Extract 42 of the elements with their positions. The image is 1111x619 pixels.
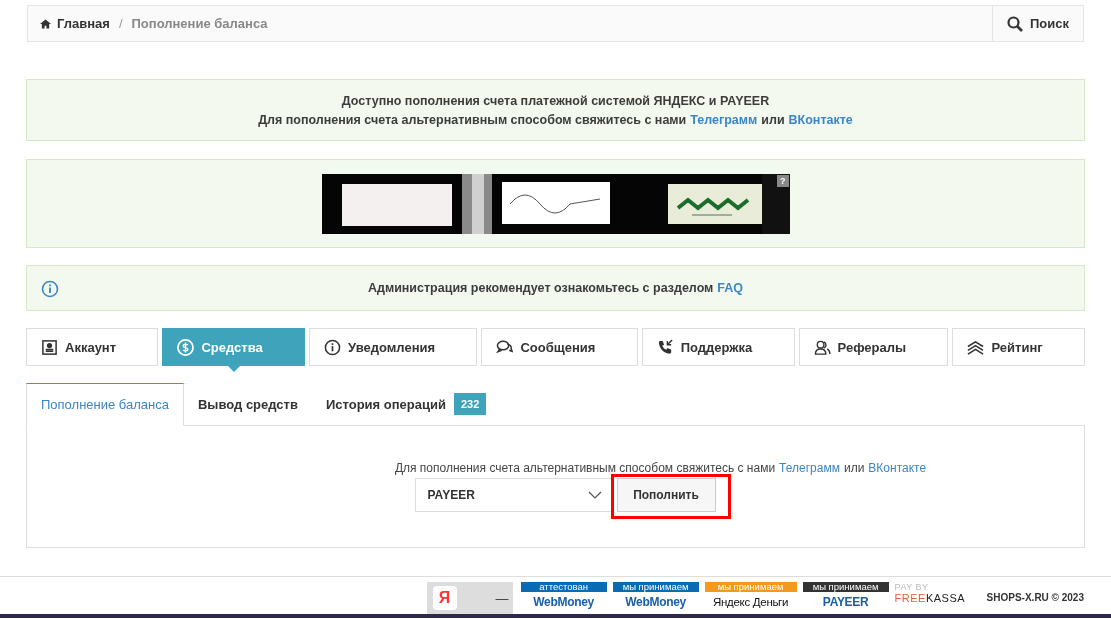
section-tab[interactable]: Уведомления: [309, 328, 478, 366]
search-icon: [1007, 15, 1023, 32]
dash-text: —: [495, 590, 509, 606]
top-up-button[interactable]: Пополнить: [616, 478, 716, 512]
telegram-link[interactable]: Телеграмм: [690, 112, 758, 127]
section-tab[interactable]: Сообщения: [481, 328, 638, 366]
stacked-chevrons-icon: [967, 338, 985, 356]
section-tab[interactable]: Рейтинг: [952, 328, 1085, 366]
telegram-link[interactable]: Телеграмм: [779, 461, 840, 475]
chevron-down-icon: [587, 491, 602, 499]
notice-text: Доступно пополнения счета платежной системой ЯНДЕКС и PAYEER: [341, 93, 770, 108]
count-badge: 232: [453, 393, 487, 415]
notice-text: Для пополнения счета альтернативным способом свяжитесь с нами: [258, 112, 687, 127]
chat-bubbles-icon: [496, 338, 514, 356]
id-card-icon: [41, 338, 58, 356]
panel-text: Для пополнения счета альтернативным способом свяжитесь с нами: [394, 461, 776, 475]
help-tag[interactable]: ?: [777, 174, 789, 187]
vk-link[interactable]: ВКонтакте: [868, 461, 927, 475]
section-tab[interactable]: Поддержка: [641, 328, 795, 366]
balance-tab[interactable]: Вывод средств: [183, 383, 312, 426]
notice-text: или: [761, 112, 785, 127]
info-text: Администрация рекомендует ознакомьтесь с разделом: [367, 281, 714, 295]
faq-link[interactable]: FAQ: [717, 281, 744, 295]
payment-select[interactable]: PAYEER: [414, 478, 613, 512]
copyright-text: SHOPS-X.RU © 2023: [986, 592, 1084, 603]
tab-pointer: [226, 365, 241, 372]
section-tab[interactable]: Аккаунт: [26, 328, 159, 366]
phone-icon: [656, 338, 674, 356]
breadcrumb-link[interactable]: Главная: [57, 16, 110, 31]
vk-link[interactable]: ВКонтакте: [788, 112, 853, 127]
section-tab[interactable]: Рефералы: [798, 328, 949, 366]
breadcrumb-separator: /: [118, 16, 123, 31]
dollar-coin-icon: [177, 338, 195, 356]
balance-tab[interactable]: История операций 232: [311, 383, 501, 426]
home-icon: [40, 18, 51, 29]
people-icon: [813, 338, 831, 356]
info-icon: [324, 338, 342, 356]
yandex-logo: Я: [432, 586, 457, 610]
freekassa-logo: PAY BY FREEKASSA: [894, 582, 967, 606]
balance-tab[interactable]: Пополнение баланса: [26, 383, 184, 426]
panel-text: или: [843, 461, 865, 475]
info-icon: [41, 280, 59, 298]
